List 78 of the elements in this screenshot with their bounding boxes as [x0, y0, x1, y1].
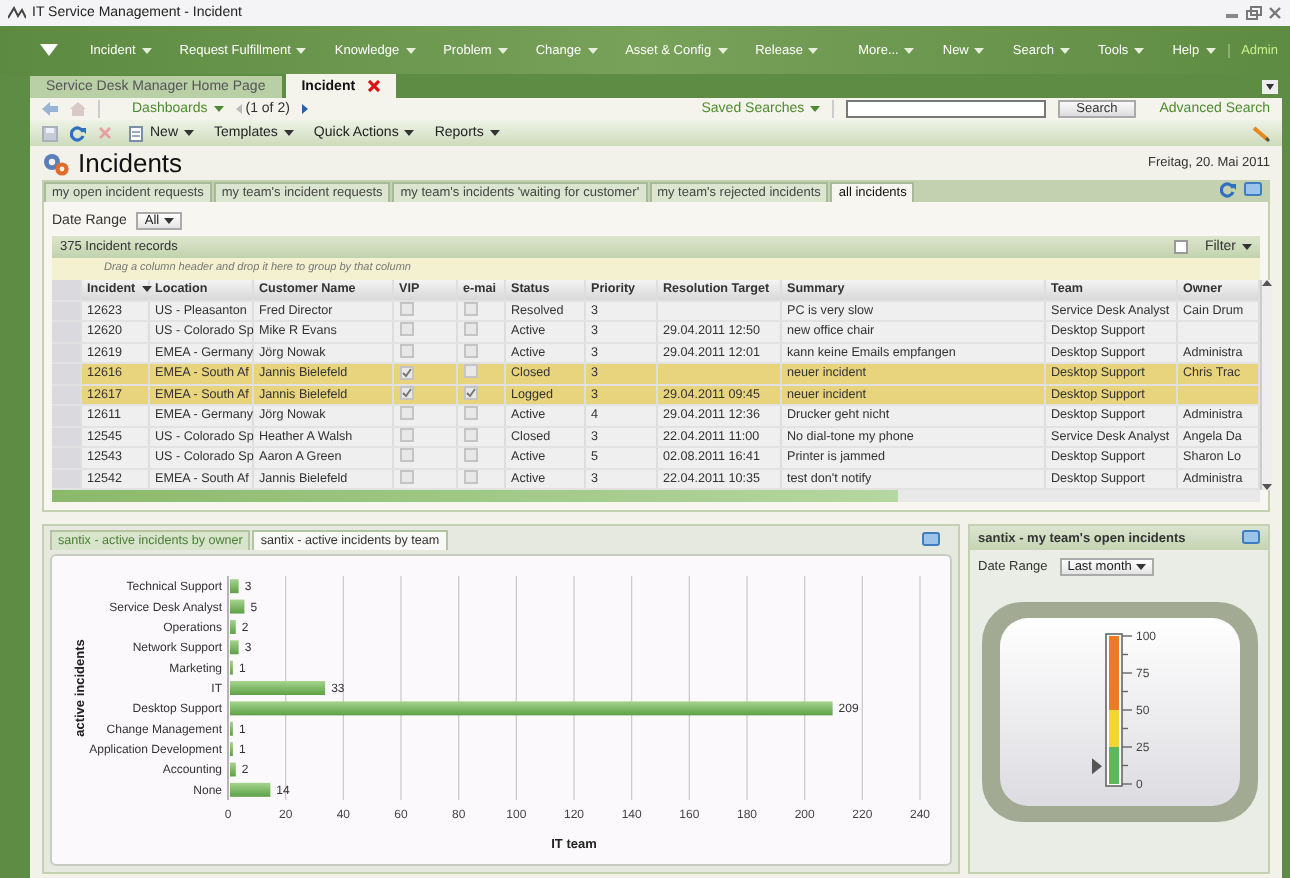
horizontal-scrollbar[interactable]: [52, 490, 1260, 502]
caret-icon: [1205, 47, 1216, 53]
caret-icon: [283, 130, 294, 136]
gears-icon: [42, 151, 70, 176]
save-icon[interactable]: [42, 125, 58, 141]
caret-icon: [141, 286, 152, 292]
caret-icon: [1060, 47, 1070, 53]
bar: [230, 579, 239, 594]
caret-icon: [587, 47, 598, 53]
row-header-cell: [52, 279, 80, 300]
bar: [230, 681, 326, 695]
caret-icon: [489, 130, 500, 136]
row-header-cell: [52, 468, 80, 489]
checkbox[interactable]: [399, 386, 413, 401]
monitor-icon[interactable]: [1242, 530, 1260, 546]
caret-icon: [405, 47, 416, 53]
caret-icon: [163, 218, 174, 224]
bar: [230, 640, 239, 655]
scroll-down-icon: [1261, 484, 1271, 490]
page-title: Incidents: [78, 148, 183, 179]
cancel-icon[interactable]: [98, 126, 112, 140]
bar: [230, 782, 271, 797]
home-icon[interactable]: [70, 102, 86, 116]
caret-icon: [717, 47, 728, 53]
caret-icon: [1242, 243, 1252, 249]
scroll-up-icon: [1261, 279, 1271, 285]
monitor-icon[interactable]: [1244, 182, 1262, 199]
refresh-icon[interactable]: [70, 125, 86, 141]
bar: [230, 599, 245, 614]
previous-icon[interactable]: [235, 104, 242, 114]
table-cell: [1176, 321, 1258, 342]
row-header-cell: [52, 426, 80, 447]
app-icon: [8, 6, 26, 20]
caret-icon: [213, 106, 224, 112]
checkbox[interactable]: [463, 322, 477, 337]
checkbox[interactable]: [399, 365, 413, 380]
row-header-cell: [52, 342, 80, 363]
checkbox[interactable]: [399, 448, 413, 463]
restore-icon[interactable]: [1246, 6, 1262, 20]
menu-toggle-icon[interactable]: [40, 43, 58, 57]
search-field[interactable]: [846, 100, 1047, 118]
checkbox[interactable]: [463, 364, 477, 379]
caret-icon: [1135, 564, 1146, 570]
close-icon[interactable]: [367, 80, 380, 92]
checkbox[interactable]: [463, 386, 477, 401]
caret-icon: [974, 47, 985, 53]
next-icon[interactable]: [301, 104, 308, 114]
checkbox[interactable]: [463, 406, 477, 421]
close-icon[interactable]: [1268, 6, 1282, 20]
row-header-cell: [52, 363, 80, 384]
check-icon: [465, 388, 475, 399]
checkbox[interactable]: [463, 448, 477, 463]
caret-icon: [810, 106, 821, 112]
back-arrow-icon[interactable]: [42, 102, 58, 116]
caret-icon: [808, 47, 819, 53]
bar: [230, 762, 236, 777]
row-header-cell: [52, 447, 80, 468]
row-header-cell: [52, 321, 80, 342]
filter-checkbox[interactable]: [1174, 239, 1189, 253]
caret-icon: [1134, 47, 1145, 53]
row-header-cell: [52, 405, 80, 426]
caret-icon: [904, 47, 915, 53]
row-header-cell: [52, 300, 80, 321]
caret-icon: [404, 130, 415, 136]
caret-icon: [184, 130, 195, 136]
pencil-icon[interactable]: [1252, 125, 1270, 141]
checkbox[interactable]: [399, 406, 413, 421]
caret-icon: [141, 47, 152, 53]
row-header-cell: [52, 384, 80, 405]
bar: [230, 619, 236, 634]
checkbox[interactable]: [399, 322, 413, 337]
caret-icon: [497, 47, 508, 53]
monitor-icon[interactable]: [922, 532, 940, 548]
table-cell: [656, 363, 780, 384]
caret-icon: [296, 47, 307, 53]
new-document-icon: [128, 125, 144, 141]
expand-icon[interactable]: [1262, 80, 1278, 94]
refresh-icon[interactable]: [1220, 182, 1236, 199]
